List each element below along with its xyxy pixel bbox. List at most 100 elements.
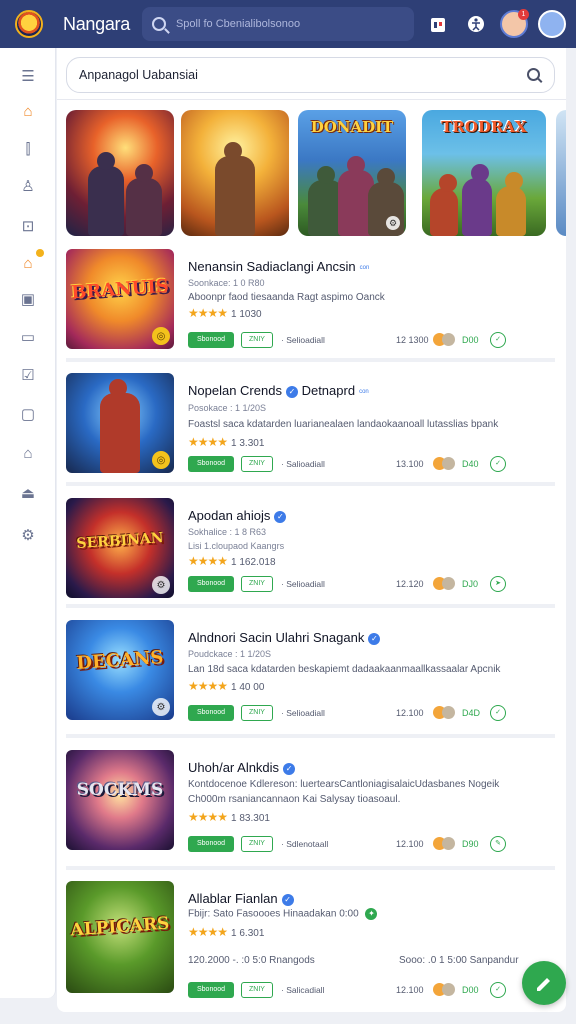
top-search-input[interactable] bbox=[175, 18, 396, 30]
tablet-icon[interactable]: ▢ bbox=[16, 402, 40, 426]
app-title: Nangara bbox=[63, 13, 130, 34]
download-size: 12 1300 bbox=[396, 335, 429, 345]
row-divider bbox=[66, 604, 555, 608]
list-item[interactable]: SOCKMS Uhoh/ar Alnkdis ✓ Kontdocenoe Kdle… bbox=[66, 750, 566, 862]
wishlist-button[interactable]: ZNIY bbox=[241, 836, 273, 852]
accessibility-icon[interactable] bbox=[462, 10, 490, 38]
hanger-icon[interactable]: ⏏ bbox=[16, 481, 40, 505]
main-search-input[interactable] bbox=[79, 68, 519, 82]
wishlist-button[interactable]: ZNIY bbox=[241, 705, 273, 721]
chart-icon[interactable]: ⫿ bbox=[16, 137, 40, 161]
menu-icon[interactable]: ☰ bbox=[16, 64, 40, 88]
install-button[interactable]: Sbonood bbox=[188, 456, 234, 472]
rating-count: 1 3.301 bbox=[231, 438, 265, 449]
install-button[interactable]: Sbonood bbox=[188, 576, 234, 592]
play-icon[interactable]: ✓ bbox=[490, 982, 506, 998]
notification-avatar[interactable]: 1 bbox=[500, 9, 529, 38]
download-size: 12.100 bbox=[396, 839, 424, 849]
game-thumbnail[interactable]: SERBINAN ⚙ bbox=[66, 498, 174, 598]
game-subtitle: Soonkace: 1 0 R80 bbox=[188, 278, 265, 288]
carousel-banner[interactable]: DONADIT ⚙ bbox=[298, 110, 406, 236]
store-icon[interactable]: ⌂ bbox=[16, 249, 44, 275]
game-thumbnail[interactable]: ◎ bbox=[66, 373, 174, 473]
checklist-icon[interactable]: ☑ bbox=[16, 363, 40, 387]
store-icon[interactable] bbox=[424, 10, 452, 38]
main-search-box[interactable] bbox=[66, 57, 555, 93]
top-search-bar[interactable] bbox=[141, 7, 414, 41]
play-icon[interactable]: ✓ bbox=[490, 456, 506, 472]
price-label: D40 bbox=[462, 459, 479, 469]
verified-icon: ✓ bbox=[285, 385, 298, 398]
developer-name: · Salicadiall bbox=[281, 985, 325, 995]
game-subtitle: Sokhalice : 1 8 R63 bbox=[188, 527, 267, 537]
settings-icon[interactable]: ⚙ bbox=[16, 523, 40, 547]
home-icon[interactable]: ⌂ bbox=[16, 99, 40, 123]
play-icon[interactable]: ✓ bbox=[490, 332, 506, 348]
game-description: Lisi 1.cloupaod Kaangrs bbox=[188, 541, 285, 551]
thumbnail-title: SOCKMS bbox=[76, 780, 164, 800]
list-item[interactable]: DECANS ⚙ Alndnori Sacin Ulahri Snagank ✓ … bbox=[66, 620, 566, 732]
list-item[interactable]: BRANUIS ◎ Nenansin Sadiaclangi Ancsin con… bbox=[66, 249, 566, 361]
bag-icon[interactable]: ⊡ bbox=[16, 214, 40, 238]
game-rating: ★★★★ 1 162.018 bbox=[188, 554, 276, 568]
wishlist-button[interactable]: ZNIY bbox=[241, 982, 273, 998]
person-icon[interactable]: ♙ bbox=[16, 174, 40, 198]
user-avatar[interactable] bbox=[538, 10, 566, 38]
monitor-icon[interactable]: ▭ bbox=[16, 325, 40, 349]
compose-button[interactable] bbox=[522, 961, 566, 1005]
featured-carousel: DONADIT ⚙ TRODRAX bbox=[66, 110, 566, 236]
play-icon[interactable]: ✎ bbox=[490, 836, 506, 852]
verified-icon: ✓ bbox=[368, 632, 381, 645]
game-title[interactable]: Allablar Fianlan ✓ bbox=[188, 891, 294, 906]
game-title-extra: Detnaprd bbox=[301, 383, 356, 398]
app-logo[interactable] bbox=[15, 10, 43, 38]
coin-icon: ◎ bbox=[152, 327, 170, 345]
game-title[interactable]: Uhoh/ar Alnkdis ✓ bbox=[188, 760, 296, 775]
rating-count: 1 6.301 bbox=[231, 928, 265, 939]
row-divider bbox=[66, 734, 555, 738]
carousel-banner[interactable] bbox=[66, 110, 174, 236]
carousel-banner[interactable]: TRODRAX bbox=[422, 110, 546, 236]
game-title[interactable]: Apodan ahiojs ✓ bbox=[188, 508, 287, 523]
install-button[interactable]: Sbonood bbox=[188, 836, 234, 852]
game-title[interactable]: Nenansin Sadiaclangi Ancsin con bbox=[188, 259, 369, 274]
image-icon[interactable]: ▣ bbox=[16, 287, 40, 311]
banner-title: DONADIT bbox=[310, 118, 394, 136]
game-thumbnail[interactable]: SOCKMS bbox=[66, 750, 174, 850]
list-item[interactable]: ◎ Nopelan Crends ✓ Detnaprd con Posokace :… bbox=[66, 373, 566, 485]
game-thumbnail[interactable]: DECANS ⚙ bbox=[66, 620, 174, 720]
friends-avatars bbox=[433, 706, 457, 720]
game-title[interactable]: Alndnori Sacin Ulahri Snagank ✓ bbox=[188, 630, 381, 645]
hero-figure bbox=[215, 142, 255, 236]
game-thumbnail[interactable]: ALPICARS bbox=[66, 881, 174, 993]
play-icon[interactable]: ✓ bbox=[490, 705, 506, 721]
wishlist-button[interactable]: ZNIY bbox=[241, 456, 273, 472]
play-icon[interactable]: ➤ bbox=[490, 576, 506, 592]
hero-figure bbox=[462, 164, 492, 236]
wishlist-button[interactable]: ZNIY bbox=[241, 332, 273, 348]
developer-name: · Selioadiall bbox=[281, 335, 325, 345]
wishlist-button[interactable]: ZNIY bbox=[241, 576, 273, 592]
carousel-banner[interactable] bbox=[181, 110, 289, 236]
search-icon[interactable] bbox=[527, 68, 540, 81]
list-item[interactable]: ALPICARS Allablar Fianlan ✓ Fbijr: Sato F… bbox=[66, 881, 566, 998]
game-description: Foastsl saca kdatarden luarianealaen lan… bbox=[188, 419, 499, 430]
install-button[interactable]: Sbonood bbox=[188, 332, 234, 348]
game-rating: ★★★★ 1 1030 bbox=[188, 306, 262, 320]
game-title[interactable]: Nopelan Crends ✓ Detnaprd con bbox=[188, 383, 369, 398]
install-button[interactable]: Sbonood bbox=[188, 982, 234, 998]
game-extra-info-2: Sooo: .0 1 5:00 Sanpandur bbox=[399, 955, 519, 966]
game-thumbnail[interactable]: BRANUIS ◎ bbox=[66, 249, 174, 349]
sidebar-store-glyph: ⌂ bbox=[23, 254, 33, 272]
search-icon bbox=[151, 17, 166, 31]
game-title-text: Nenansin Sadiaclangi Ancsin bbox=[188, 259, 356, 274]
list-item[interactable]: SERBINAN ⚙ Apodan ahiojs ✓ Sokhalice : 1 … bbox=[66, 498, 566, 610]
carousel-banner[interactable] bbox=[556, 110, 566, 236]
verified-icon: ✓ bbox=[283, 762, 296, 775]
game-extra-info: 120.2000 -. :0 5:0 Rnangods bbox=[188, 955, 315, 966]
row-divider bbox=[66, 482, 555, 486]
install-button[interactable]: Sbonood bbox=[188, 705, 234, 721]
house-icon[interactable]: ⌂ bbox=[16, 441, 40, 465]
game-rating: ★★★★ 1 83.301 bbox=[188, 810, 270, 824]
price-label: DJ0 bbox=[462, 579, 479, 589]
